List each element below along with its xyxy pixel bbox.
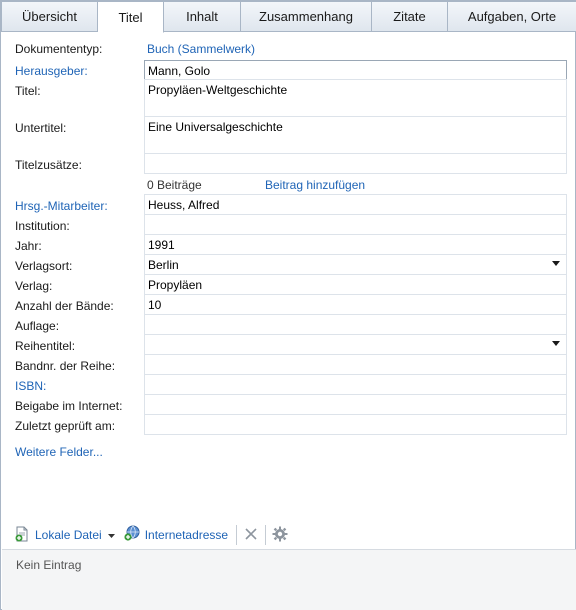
more-fields-link[interactable]: Weitere Felder... — [15, 445, 103, 459]
chevron-down-icon[interactable] — [552, 341, 560, 346]
empty-state-text: Kein Eintrag — [16, 558, 82, 572]
institution-field[interactable] — [144, 214, 567, 235]
place-label: Verlagsort: — [15, 259, 73, 273]
last-checked-label: Zuletzt geprüft am: — [15, 419, 116, 433]
title-label: Titel: — [15, 84, 41, 98]
gear-icon — [272, 526, 288, 545]
coeditor-label[interactable]: Hrsg.-Mitarbeiter: — [15, 199, 108, 213]
institution-label: Institution: — [15, 219, 70, 233]
local-file-label: Lokale Datei — [35, 528, 102, 542]
contributions-count: 0 Beiträge — [147, 178, 202, 192]
online-supplement-field[interactable] — [144, 394, 567, 415]
isbn-field[interactable] — [144, 374, 567, 395]
publisher-field[interactable]: Propyläen — [144, 274, 567, 295]
publisher-label: Verlag: — [15, 279, 53, 293]
series-dropdown[interactable] — [144, 334, 567, 355]
internet-address-label: Internetadresse — [144, 528, 229, 542]
last-checked-field[interactable] — [144, 414, 567, 435]
place-value: Berlin — [148, 258, 179, 272]
title-field[interactable]: Propyläen-Weltgeschichte — [144, 79, 567, 117]
toolbar-divider — [236, 525, 238, 545]
place-dropdown[interactable]: Berlin — [144, 254, 567, 275]
subtitle-field[interactable]: Eine Universalgeschichte — [144, 116, 567, 154]
tab-title[interactable]: Titel — [98, 1, 164, 33]
year-field[interactable]: 1991 — [144, 234, 567, 255]
close-icon — [243, 526, 259, 545]
doctype-label: Dokumententyp: — [15, 42, 103, 56]
edition-label: Auflage: — [15, 319, 60, 333]
doctype-link[interactable]: Buch (Sammelwerk) — [147, 42, 255, 56]
chevron-down-icon[interactable] — [107, 528, 115, 542]
series-number-label: Bandnr. der Reihe: — [15, 359, 116, 373]
internet-address-button[interactable]: Internetadresse — [123, 523, 228, 547]
delete-button[interactable] — [243, 523, 259, 547]
local-file-button[interactable]: Lokale Datei — [14, 523, 115, 547]
edition-field[interactable] — [144, 314, 567, 335]
settings-button[interactable] — [272, 523, 288, 547]
tab-tasks-places[interactable]: Aufgaben, Orte — [448, 1, 576, 32]
tab-overview[interactable]: Übersicht — [1, 1, 98, 32]
chevron-down-icon[interactable] — [552, 261, 560, 266]
attachment-toolbar: Lokale Datei Internetadresse — [2, 521, 576, 549]
online-supplement-label: Beigabe im Internet: — [15, 399, 123, 413]
series-number-field[interactable] — [144, 354, 567, 375]
editor-field[interactable]: Mann, Golo — [144, 60, 567, 80]
add-contribution-link[interactable]: Beitrag hinzufügen — [265, 178, 365, 192]
editor-label[interactable]: Herausgeber: — [15, 64, 88, 78]
add-file-icon — [14, 526, 30, 545]
title-panel: Übersicht Titel Inhalt Zusammenhang Zita… — [0, 0, 576, 610]
isbn-label[interactable]: ISBN: — [15, 379, 46, 393]
year-label: Jahr: — [15, 239, 42, 253]
series-label: Reihentitel: — [15, 339, 76, 353]
volumes-field[interactable]: 10 — [144, 294, 567, 315]
subtitle-label: Untertitel: — [15, 121, 67, 135]
title-suffix-label: Titelzusätze: — [15, 158, 82, 172]
tab-content[interactable]: Inhalt — [164, 1, 241, 32]
coeditor-field[interactable]: Heuss, Alfred — [144, 194, 567, 215]
tab-quotes[interactable]: Zitate — [372, 1, 448, 32]
volumes-label: Anzahl der Bände: — [15, 299, 114, 313]
title-suffix-field[interactable] — [144, 153, 567, 174]
tab-context[interactable]: Zusammenhang — [241, 1, 372, 32]
add-web-link-icon — [123, 525, 140, 545]
toolbar-divider — [265, 525, 267, 545]
attachments-list: Kein Eintrag — [2, 549, 576, 610]
tab-bar: Übersicht Titel Inhalt Zusammenhang Zita… — [1, 1, 576, 33]
